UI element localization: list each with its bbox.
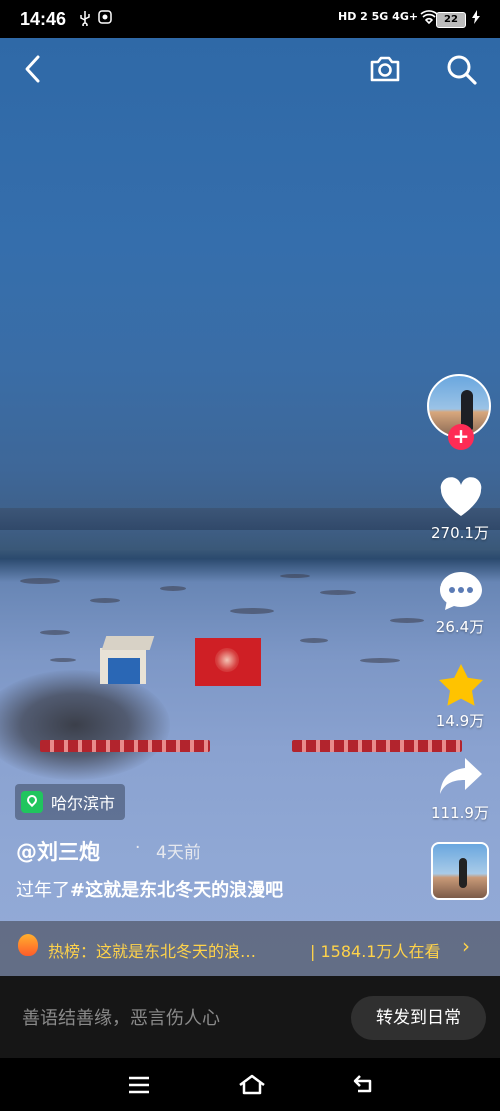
chevron-right-icon[interactable]: ›	[462, 934, 470, 958]
caption-text: 过年了	[16, 880, 70, 901]
hot-flame-icon	[18, 934, 38, 956]
search-icon[interactable]	[446, 54, 478, 90]
camera-icon[interactable]	[368, 54, 402, 88]
firecracker-rack-left	[40, 740, 210, 752]
location-tag[interactable]: 哈尔滨市	[15, 784, 126, 820]
hot-list-title[interactable]: 热榜：这就是东北冬天的浪…	[48, 938, 256, 962]
usb-icon	[78, 10, 92, 30]
share-arrow-icon[interactable]	[438, 756, 484, 800]
video-caption: 过年了#这就是东北冬天的浪漫吧	[16, 876, 283, 902]
like-heart-icon[interactable]	[438, 476, 484, 522]
back-nav-icon[interactable]	[352, 1074, 376, 1098]
home-icon[interactable]	[238, 1073, 266, 1099]
status-time: 14:46	[20, 9, 67, 29]
app-notification-icon	[98, 10, 112, 28]
comment-input[interactable]: 善语结善缘，恶言伤人心	[22, 1004, 220, 1030]
back-arrow-icon[interactable]	[22, 54, 46, 88]
hot-list-viewers: | 1584.1万人在看	[310, 942, 441, 961]
follow-plus-button[interactable]: +	[448, 424, 474, 450]
charging-icon	[472, 10, 480, 28]
firecracker-rack-right	[292, 740, 462, 752]
firework-box-blue	[100, 636, 155, 684]
author-name[interactable]: @刘三炮	[16, 836, 100, 866]
favorite-count: 14.9万	[435, 712, 485, 730]
favorite-star-icon[interactable]	[437, 662, 485, 710]
caption-hashtag[interactable]: #这就是东北冬天的浪漫吧	[70, 880, 283, 901]
repost-button[interactable]: 转发到日常	[351, 996, 486, 1040]
location-pin-icon	[21, 791, 43, 813]
comment-count: 26.4万	[435, 618, 485, 636]
location-text: 哈尔滨市	[51, 794, 116, 813]
comment-bubble-icon[interactable]	[438, 570, 484, 616]
network-indicator: HD 2 5G 4G+	[338, 10, 419, 23]
battery-indicator: 22	[436, 12, 466, 28]
menu-icon[interactable]	[128, 1076, 150, 1098]
music-disc[interactable]	[431, 842, 489, 900]
like-count: 270.1万	[431, 524, 489, 542]
firework-box-red	[195, 638, 261, 686]
posted-separator: ·	[135, 838, 141, 858]
posted-time: 4天前	[156, 843, 201, 863]
firework-smoke	[0, 670, 170, 780]
share-count: 111.9万	[431, 804, 489, 822]
